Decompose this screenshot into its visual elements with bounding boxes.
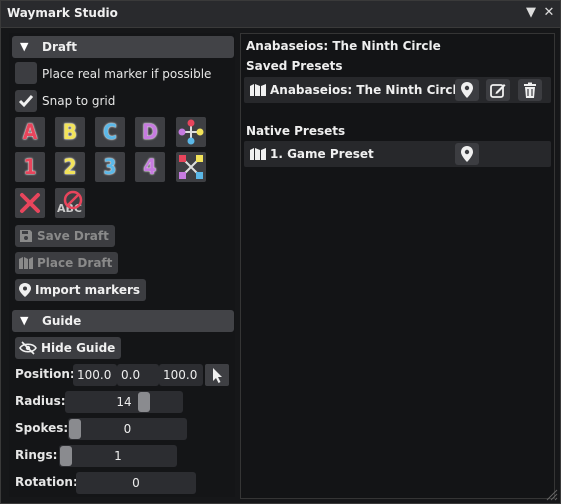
presets-panel: Anabaseios: The Ninth Circle Saved Prese… [240, 33, 555, 499]
rotation-slider[interactable]: 0 [76, 472, 196, 494]
map-marker-icon [250, 84, 266, 96]
collapse-window-icon[interactable]: ▼ [523, 4, 539, 22]
radius-slider-handle[interactable] [138, 392, 150, 412]
delete-preset-button[interactable] [518, 79, 542, 101]
waymark-label: A [22, 120, 38, 144]
edit-icon [490, 84, 506, 98]
place-draft-label: Place Draft [37, 256, 113, 270]
map-marker-icon [19, 257, 33, 269]
position-z-input[interactable]: 100.0 [159, 364, 203, 386]
waymark-label: 3 [103, 155, 117, 179]
waymark-studio-window: Waymark Studio ▼ ✕ ▼ Draft Place real ma… [0, 0, 561, 504]
radius-slider[interactable]: 14 [65, 391, 183, 413]
waymark-d-button[interactable]: D [135, 117, 165, 147]
place-draft-button[interactable]: Place Draft [15, 252, 119, 274]
waymark-label: 2 [63, 155, 77, 179]
waymark-label: D [142, 120, 158, 144]
draft-header-label: Draft [42, 40, 77, 54]
hide-guide-button[interactable]: Hide Guide [15, 337, 122, 359]
rotation-value: 0 [132, 476, 140, 490]
location-pin-icon [461, 146, 473, 162]
clear-markers-icon[interactable] [15, 188, 45, 218]
snap-to-grid-checkbox[interactable] [15, 90, 37, 112]
place-real-label: Place real marker if possible [42, 67, 212, 81]
chevron-down-icon: ▼ [20, 314, 29, 327]
radius-value: 14 [116, 395, 132, 409]
edit-preset-button[interactable] [486, 79, 510, 101]
saved-presets-heading: Saved Presets [246, 59, 343, 73]
waymark-label: 1 [23, 155, 37, 179]
resize-grip-icon[interactable] [546, 489, 558, 501]
location-pin-icon [19, 283, 31, 297]
window-title: Waymark Studio [7, 6, 118, 20]
waymark-a-button[interactable]: A [15, 117, 45, 147]
waymark-label: 4 [143, 155, 157, 179]
chevron-down-icon: ▼ [20, 40, 29, 53]
place-real-checkbox[interactable] [15, 62, 37, 84]
place-preset-button[interactable] [455, 143, 479, 165]
save-draft-label: Save Draft [37, 229, 109, 243]
waymark-c-button[interactable]: C [95, 117, 125, 147]
save-draft-button[interactable]: Save Draft [15, 225, 115, 247]
rings-slider-handle[interactable] [60, 446, 72, 466]
save-icon [20, 230, 32, 242]
waymark-2-button[interactable]: 2 [55, 152, 85, 182]
waymark-4-button[interactable]: 4 [135, 152, 165, 182]
saved-preset-row[interactable]: Anabaseios: The Ninth Circle 1 [244, 77, 551, 103]
native-preset-label: 1. Game Preset [270, 147, 374, 161]
position-y-input[interactable]: 0.0 [117, 364, 159, 386]
eye-slash-icon [19, 341, 37, 355]
square-marker-layout-icon[interactable] [176, 152, 206, 182]
left-panel: ▼ Draft Place real marker if possible Sn… [9, 33, 235, 497]
native-preset-row[interactable]: 1. Game Preset [244, 141, 551, 167]
place-preset-button[interactable] [455, 79, 479, 101]
position-x-input[interactable]: 100.0 [73, 364, 117, 386]
circle-marker-layout-icon[interactable] [176, 117, 206, 147]
waymark-1-button[interactable]: 1 [15, 152, 45, 182]
trash-icon [524, 82, 536, 98]
rings-slider[interactable]: 1 [59, 445, 177, 467]
close-window-icon[interactable]: ✕ [541, 4, 557, 22]
guide-header[interactable]: ▼ Guide [12, 310, 234, 332]
pick-position-button[interactable] [205, 364, 229, 386]
waymark-label: C [103, 120, 117, 144]
spokes-value: 0 [123, 422, 132, 436]
current-zone-title: Anabaseios: The Ninth Circle [246, 39, 441, 53]
checkmark-icon [18, 95, 34, 108]
guide-header-label: Guide [42, 314, 82, 328]
import-markers-label: Import markers [35, 283, 141, 297]
location-pin-icon [461, 82, 473, 98]
hide-guide-label: Hide Guide [41, 341, 116, 355]
waymark-b-button[interactable]: B [55, 117, 85, 147]
clear-labels-icon[interactable]: ABC [55, 188, 85, 218]
position-label: Position: [15, 367, 75, 381]
rotation-label: Rotation: [15, 475, 78, 489]
map-marker-icon [250, 148, 266, 160]
waymark-label: B [62, 120, 78, 144]
spokes-label: Spokes: [15, 421, 69, 435]
radius-label: Radius: [15, 394, 66, 408]
mouse-pointer-icon [213, 368, 222, 383]
draft-header[interactable]: ▼ Draft [12, 36, 234, 58]
spokes-slider[interactable]: 0 [68, 418, 187, 440]
waymark-3-button[interactable]: 3 [95, 152, 125, 182]
title-bar[interactable]: Waymark Studio ▼ ✕ [1, 1, 560, 28]
spokes-slider-handle[interactable] [69, 419, 81, 439]
snap-to-grid-label: Snap to grid [42, 94, 116, 108]
rings-label: Rings: [15, 448, 58, 462]
import-markers-button[interactable]: Import markers [15, 279, 147, 301]
rings-value: 1 [114, 449, 122, 463]
native-presets-heading: Native Presets [246, 124, 346, 138]
saved-preset-label: Anabaseios: The Ninth Circle 1 [270, 83, 478, 97]
